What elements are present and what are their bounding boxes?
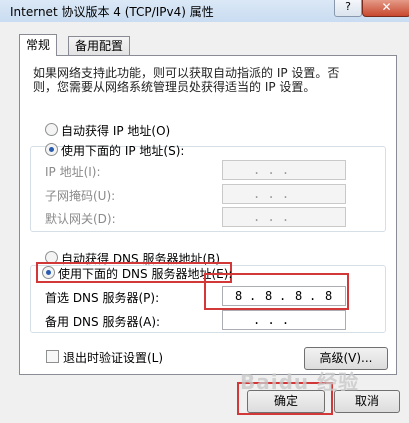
ip-manual-radio[interactable] <box>45 143 58 156</box>
validate-label: 退出时验证设置(L) <box>63 351 164 365</box>
default-gateway-field[interactable]: . . . <box>222 207 346 227</box>
window-title: Internet 协议版本 4 (TCP/IPv4) 属性 <box>10 5 214 19</box>
preferred-dns-label: 首选 DNS 服务器(P): <box>45 291 160 305</box>
ip-address-field[interactable]: . . . <box>222 160 346 180</box>
baidu-watermark: Baidu 经验 <box>240 370 360 394</box>
ip-auto-radio[interactable] <box>45 123 58 136</box>
description-text: 如果网络支持此功能，则可以获取自动指派的 IP 设置。否则，您需要从网络系统管理… <box>33 66 340 94</box>
ip-auto-label: 自动获得 IP 地址(O) <box>61 124 171 138</box>
alternate-dns-field[interactable]: . . . <box>222 310 346 330</box>
subnet-mask-label: 子网掩码(U): <box>45 189 116 203</box>
highlight-preferred-dns <box>204 273 349 310</box>
title-bar: Internet 协议版本 4 (TCP/IPv4) 属性 ? ✕ <box>0 0 409 22</box>
ip-manual-label: 使用下面的 IP 地址(S): <box>61 144 185 158</box>
dns-manual-radio[interactable] <box>42 266 55 279</box>
tab-general[interactable]: 常规 <box>19 34 58 56</box>
close-button[interactable]: ✕ <box>362 0 409 17</box>
help-button[interactable]: ? <box>334 0 362 17</box>
ip-address-label: IP 地址(I): <box>45 165 101 179</box>
alternate-dns-label: 备用 DNS 服务器(A): <box>45 315 161 329</box>
default-gateway-label: 默认网关(D): <box>45 212 116 226</box>
subnet-mask-field[interactable]: . . . <box>222 184 346 204</box>
validate-checkbox[interactable] <box>46 350 59 363</box>
tab-alternate-config[interactable]: 备用配置 <box>68 36 131 55</box>
